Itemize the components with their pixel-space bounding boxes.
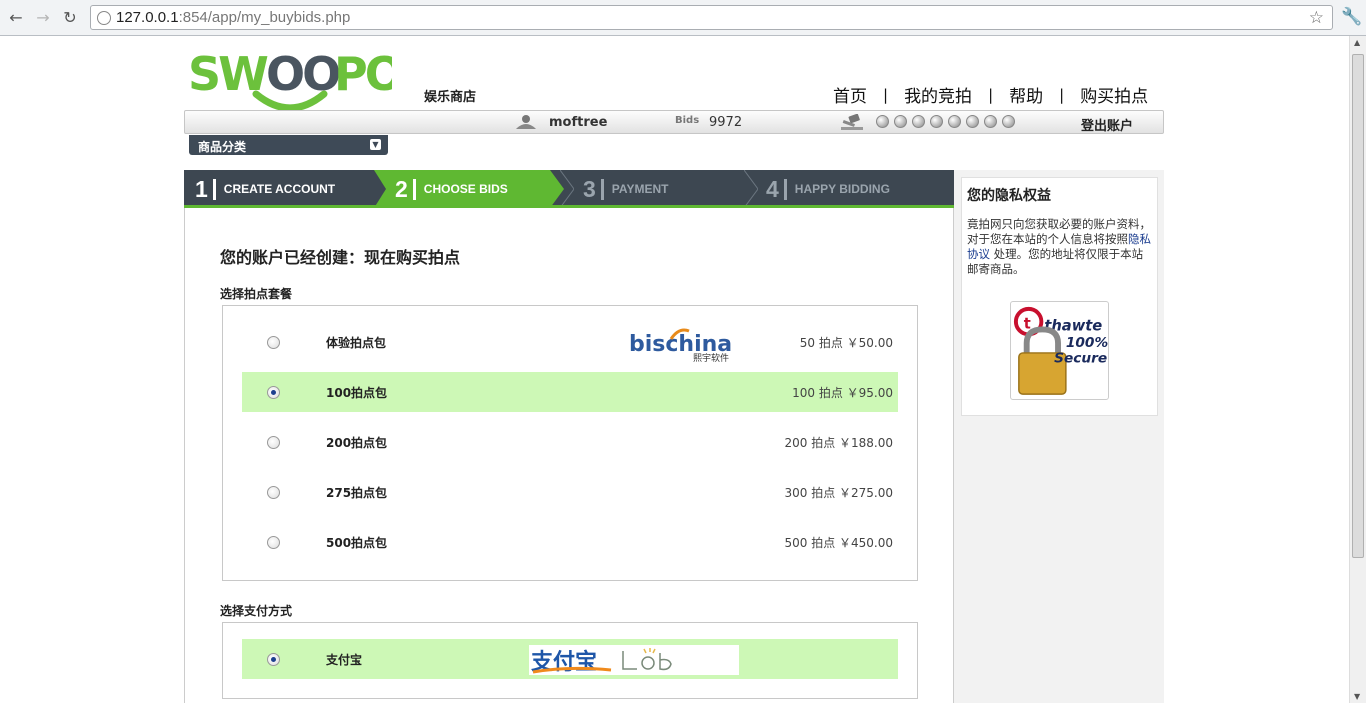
indicator-dot bbox=[984, 115, 997, 128]
package-row[interactable]: 200拍点包 200 拍点 ￥188.00 bbox=[242, 422, 898, 462]
step-choose-bids: 2 CHOOSE BIDS bbox=[395, 175, 508, 202]
package-radio[interactable] bbox=[267, 436, 280, 449]
swoopo-logo[interactable]: SW OO PO bbox=[186, 46, 392, 118]
step-chevron-divider bbox=[560, 170, 574, 208]
nav-my-bids[interactable]: 我的竞拍 bbox=[904, 82, 972, 107]
indicator-dot bbox=[912, 115, 925, 128]
back-icon[interactable]: ← bbox=[5, 7, 27, 29]
package-radio[interactable] bbox=[267, 486, 280, 499]
category-label: 商品分类 bbox=[198, 140, 247, 154]
package-row[interactable]: 500拍点包 500 拍点 ￥450.00 bbox=[242, 522, 898, 562]
payment-box: 支付宝 支付宝 bbox=[222, 622, 918, 699]
payment-radio[interactable] bbox=[267, 653, 280, 666]
reload-icon[interactable]: ↻ bbox=[59, 7, 81, 29]
package-row[interactable]: 体验拍点包 bischina 熙宇软件 50 拍点 ￥50.00 bbox=[242, 322, 898, 363]
privacy-panel: 您的隐私权益 竟拍网只向您获取必要的账户资料，对于您在本站的个人信息将按照隐私协… bbox=[961, 177, 1158, 416]
package-name: 275拍点包 bbox=[326, 486, 388, 500]
chevron-down-icon: ▼ bbox=[370, 139, 381, 150]
privacy-title: 您的隐私权益 bbox=[967, 188, 1051, 204]
package-radio[interactable] bbox=[267, 336, 280, 349]
package-price: 50 拍点 ￥50.00 bbox=[799, 336, 893, 350]
scroll-down-icon[interactable]: ▼ bbox=[1354, 692, 1360, 701]
svg-text:OO: OO bbox=[266, 47, 339, 101]
step-chevron-divider bbox=[744, 170, 758, 208]
nav-separator: | bbox=[988, 85, 994, 104]
payment-section-title: 选择支付方式 bbox=[220, 604, 293, 618]
packages-box: 体验拍点包 bischina 熙宇软件 50 拍点 ￥50.00 100拍点包 … bbox=[222, 305, 918, 581]
svg-text:Secure: Secure bbox=[1054, 351, 1107, 367]
indicator-dot bbox=[966, 115, 979, 128]
payment-name: 支付宝 bbox=[326, 653, 363, 667]
nav-separator: | bbox=[1059, 85, 1065, 104]
privacy-text: 竟拍网只向您获取必要的账户资料，对于您在本站的个人信息将按照隐私协议 处理。您的… bbox=[967, 217, 1151, 276]
logout-link[interactable]: 登出账户 bbox=[1081, 115, 1133, 134]
package-name: 500拍点包 bbox=[326, 536, 388, 550]
indicator-dot bbox=[1002, 115, 1015, 128]
checkout-steps: 1 CREATE ACCOUNT 2 CHOOSE BIDS 3 PAYMENT 4H… bbox=[184, 170, 954, 208]
address-bar[interactable]: 127.0.0.1:854/app/my_buybids.php ☆ bbox=[90, 5, 1333, 30]
url-text: 127.0.0.1:854/app/my_buybids.php bbox=[116, 9, 351, 26]
package-name: 100拍点包 bbox=[326, 386, 388, 400]
nav-home[interactable]: 首页 bbox=[833, 82, 867, 107]
svg-text:熙宇软件: 熙宇软件 bbox=[693, 352, 729, 363]
step-happy-bidding: 4 HAPPY BIDDING bbox=[766, 175, 890, 202]
indicator-dot bbox=[894, 115, 907, 128]
browser-toolbar: ← → ↻ 127.0.0.1:854/app/my_buybids.php ☆… bbox=[0, 0, 1366, 36]
entertainment-store-link[interactable]: 娱乐商店 bbox=[424, 86, 476, 105]
bids-label: Bids bbox=[675, 115, 700, 126]
forward-icon[interactable]: → bbox=[32, 7, 54, 29]
svg-text:PO: PO bbox=[334, 47, 392, 101]
package-price: 500 拍点 ￥450.00 bbox=[784, 536, 893, 550]
packages-section-title: 选择拍点套餐 bbox=[220, 287, 293, 301]
nav-buy-bids[interactable]: 购买拍点 bbox=[1080, 82, 1148, 107]
package-name: 体验拍点包 bbox=[326, 336, 387, 350]
user-status-bar: moftree Bids 9972 登出账户 bbox=[184, 110, 1164, 134]
package-price: 200 拍点 ￥188.00 bbox=[784, 436, 893, 450]
step-create-account: 1 CREATE ACCOUNT bbox=[195, 175, 336, 202]
alipay-logo: 支付宝 bbox=[529, 645, 739, 675]
auction-hammer-icon bbox=[841, 114, 863, 130]
package-row[interactable]: 100拍点包 100 拍点 ￥95.00 bbox=[242, 372, 898, 412]
indicator-dot bbox=[948, 115, 961, 128]
thawte-secure-badge[interactable]: t thawte 100% Secure bbox=[1010, 301, 1109, 400]
indicator-dot bbox=[876, 115, 889, 128]
scrollbar-thumb[interactable] bbox=[1352, 54, 1364, 558]
username: moftree bbox=[549, 115, 608, 130]
bookmark-star-icon[interactable]: ☆ bbox=[1309, 8, 1324, 28]
package-name: 200拍点包 bbox=[326, 436, 388, 450]
package-price: 300 拍点 ￥275.00 bbox=[784, 486, 893, 500]
bid-indicator-dots bbox=[876, 115, 1015, 128]
package-price: 100 拍点 ￥95.00 bbox=[792, 386, 893, 400]
sidebar: 您的隐私权益 竟拍网只向您获取必要的账户资料，对于您在本站的个人信息将按照隐私协… bbox=[954, 170, 1164, 703]
globe-icon bbox=[97, 10, 111, 25]
package-radio[interactable] bbox=[267, 536, 280, 549]
scroll-up-icon[interactable]: ▲ bbox=[1354, 38, 1360, 47]
wrench-icon[interactable]: 🔧 bbox=[1341, 7, 1362, 27]
package-row[interactable]: 275拍点包 300 拍点 ￥275.00 bbox=[242, 472, 898, 512]
package-radio[interactable] bbox=[267, 386, 280, 399]
user-icon bbox=[516, 115, 536, 129]
bischina-logo: bischina 熙宇软件 bbox=[629, 328, 732, 363]
nav-help[interactable]: 帮助 bbox=[1009, 82, 1043, 107]
bids-count: 9972 bbox=[709, 115, 743, 130]
step-payment: 3 PAYMENT bbox=[583, 175, 669, 202]
top-navigation: 首页 | 我的竞拍 | 帮助 | 购买拍点 bbox=[833, 82, 1148, 108]
indicator-dot bbox=[930, 115, 943, 128]
vertical-scrollbar[interactable]: ▲ ▼ bbox=[1349, 36, 1366, 703]
nav-separator: | bbox=[883, 85, 889, 104]
payment-row[interactable]: 支付宝 支付宝 bbox=[242, 639, 898, 679]
main-panel: 您的账户已经创建：现在购买拍点 选择拍点套餐 体验拍点包 bischina 熙宇… bbox=[184, 208, 954, 703]
svg-text:100%: 100% bbox=[1066, 335, 1108, 351]
page-title: 您的账户已经创建：现在购买拍点 bbox=[220, 248, 461, 267]
category-dropdown[interactable]: 商品分类 ▼ bbox=[189, 135, 388, 155]
